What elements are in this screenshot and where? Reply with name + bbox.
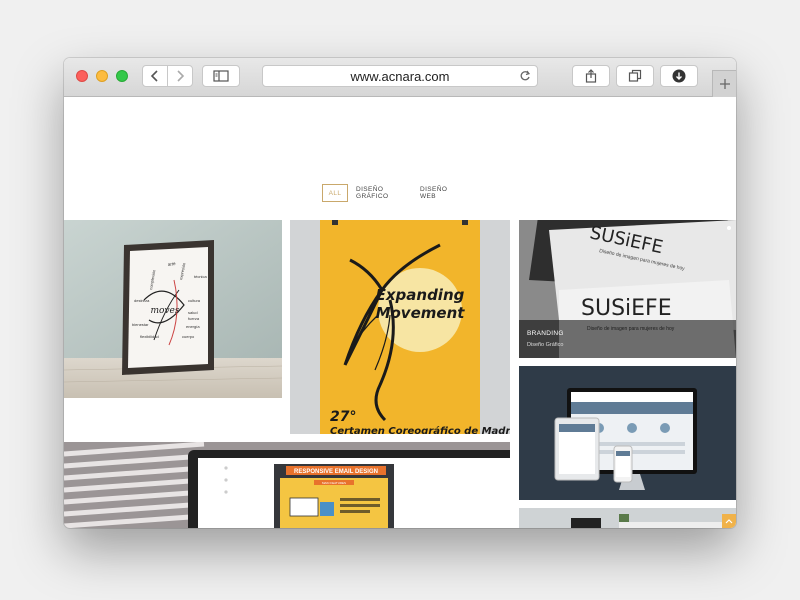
tabs-icon — [628, 69, 642, 82]
poster-word: energía — [186, 324, 200, 329]
email-section-label: MAIN FEATURES — [322, 481, 346, 485]
browser-toolbar: www.acnara.com — [64, 58, 736, 97]
sidebar-button[interactable] — [202, 65, 240, 87]
card-brand-bottom: SUSiEFE — [581, 296, 672, 321]
new-tab-button[interactable] — [712, 70, 736, 97]
poster-word: destreza — [134, 298, 150, 303]
download-icon — [672, 69, 686, 83]
email-banner-text: RESPONSIVE EMAIL DESIGN — [294, 469, 378, 475]
scroll-to-top-button[interactable] — [722, 514, 736, 528]
sidebar-icon — [213, 70, 229, 82]
back-button[interactable] — [142, 65, 168, 87]
plus-icon — [720, 79, 730, 89]
portfolio-item-moves-poster[interactable]: moves arte expresión técnica complexión … — [64, 220, 282, 398]
chevron-up-icon — [725, 519, 733, 524]
chevron-left-icon — [150, 70, 158, 82]
forward-button[interactable] — [167, 65, 193, 87]
show-tabs-button[interactable] — [616, 65, 654, 87]
portfolio-item-responsive-email[interactable]: RESPONSIVE EMAIL DESIGN MAIN FEATURES — [64, 442, 510, 528]
caption-title: BRANDING — [527, 330, 564, 337]
browser-window: www.acnara.com ALL DISEÑO GRÁFICO DISEÑO… — [64, 58, 736, 528]
portfolio-filters: ALL DISEÑO GRÁFICO DISEÑO WEB — [64, 184, 736, 206]
poster-word: cultura — [188, 298, 201, 303]
poster-word: salud — [188, 310, 198, 315]
address-bar[interactable]: www.acnara.com — [262, 65, 538, 87]
chevron-right-icon — [177, 70, 185, 82]
share-button[interactable] — [572, 65, 610, 87]
dance-poster-edition: 27° — [330, 409, 356, 425]
portfolio-item-responsive-web[interactable] — [519, 366, 736, 500]
filter-web-design[interactable]: DISEÑO WEB — [420, 184, 464, 202]
dance-poster-title-line1: Expanding — [376, 286, 465, 304]
caption-subtitle: Diseño Gráfico — [527, 342, 564, 348]
partial-mockup-image — [571, 514, 729, 528]
page-content: ALL DISEÑO GRÁFICO DISEÑO WEB moves arte… — [64, 97, 736, 528]
dance-poster-event: Certamen Coreográfico de Madrid — [330, 425, 510, 434]
dance-poster-title-line2: Movement — [376, 304, 466, 322]
share-icon — [585, 69, 597, 83]
minimize-window-button[interactable] — [96, 70, 108, 82]
reload-icon[interactable] — [519, 70, 531, 82]
poster-word-moves: moves — [151, 306, 180, 316]
poster-word: cuerpo — [182, 334, 195, 339]
filter-all[interactable]: ALL — [322, 184, 348, 202]
filter-graphic-design[interactable]: DISEÑO GRÁFICO — [356, 184, 408, 202]
close-window-button[interactable] — [76, 70, 88, 82]
poster-word: bienestar — [132, 322, 149, 327]
poster-word: fuerza — [188, 316, 200, 321]
downloads-button[interactable] — [660, 65, 698, 87]
zoom-window-button[interactable] — [116, 70, 128, 82]
portfolio-item-partial[interactable] — [519, 508, 736, 528]
email-design-image: RESPONSIVE EMAIL DESIGN MAIN FEATURES — [64, 442, 510, 528]
portfolio-item-susiefe-branding[interactable]: SUSiEFE Diseño de imagen para mujeres de… — [519, 220, 736, 358]
portfolio-item-dance-poster[interactable]: Expanding Movement 27° Certamen Coreográ… — [290, 220, 510, 434]
url-text: www.acnara.com — [350, 68, 450, 84]
dance-poster-image: Expanding Movement 27° Certamen Coreográ… — [290, 220, 510, 434]
responsive-devices-image — [554, 388, 697, 490]
caption-overlay: BRANDING Diseño Gráfico — [519, 320, 736, 358]
poster-word: flexibilidad — [140, 334, 159, 339]
poster-word: técnica — [194, 274, 207, 279]
moves-poster-image: moves arte expresión técnica complexión … — [64, 220, 282, 398]
